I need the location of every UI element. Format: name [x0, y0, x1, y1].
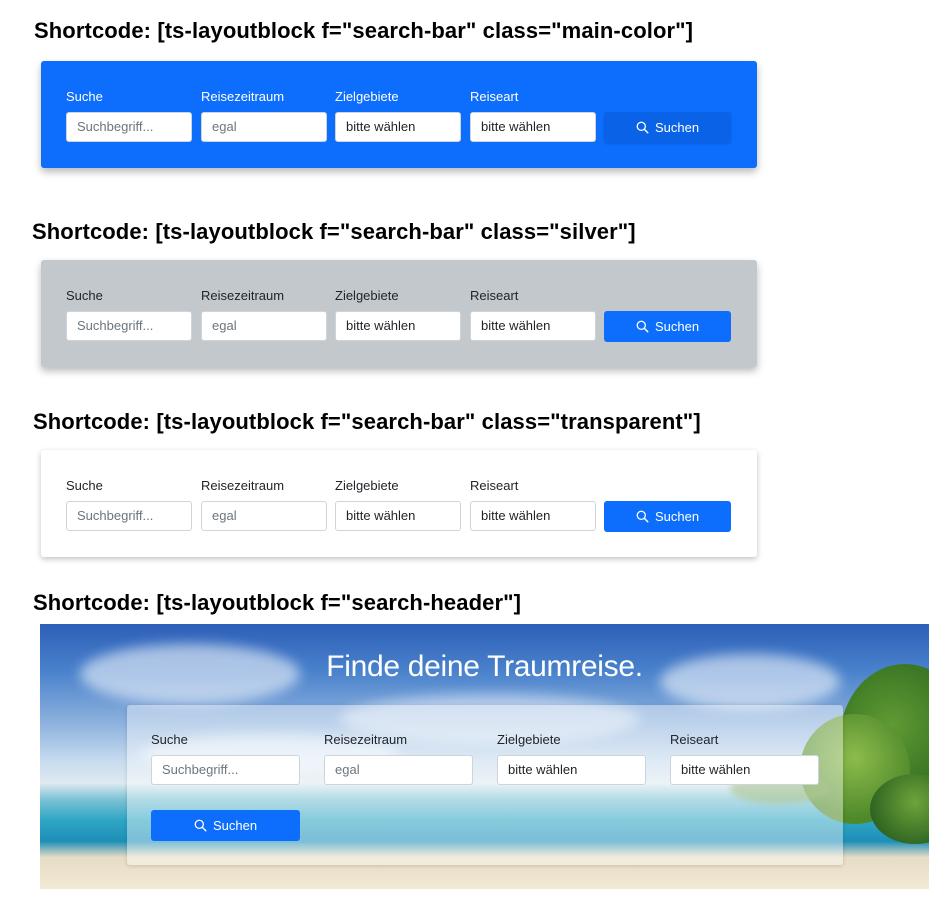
search-button-label: Suchen [212, 818, 258, 833]
label-destinations: Zielgebiete [497, 732, 561, 747]
label-period: Reisezeitraum [201, 288, 285, 303]
search-button[interactable]: Suchen [151, 810, 300, 841]
heading-search-header: Shortcode: [ts-layoutblock f="search-hea… [33, 590, 522, 615]
heading-main-color: Shortcode: [ts-layoutblock f="search-bar… [34, 18, 694, 43]
search-button-label: Suchen [654, 509, 700, 524]
travel-type-select[interactable]: bitte wählen [670, 755, 819, 785]
label-search: Suche [66, 89, 103, 104]
label-search: Suche [66, 478, 103, 493]
hero-title: Finde deine Traumreise. [326, 650, 643, 683]
label-travel-type: Reiseart [470, 288, 519, 303]
destinations-select[interactable]: bitte wählen [497, 755, 646, 785]
label-travel-type: Reiseart [670, 732, 719, 747]
search-icon [636, 121, 649, 134]
search-input[interactable]: Suchbegriff... [66, 311, 192, 341]
search-icon [194, 819, 207, 832]
label-period: Reisezeitraum [324, 732, 408, 747]
travel-type-select[interactable]: bitte wählen [470, 112, 596, 142]
label-search: Suche [66, 288, 103, 303]
search-bar-main-color: Suche Reisezeitraum Zielgebiete Reiseart… [41, 61, 757, 168]
search-bar-transparent: Suche Reisezeitraum Zielgebiete Reiseart… [41, 450, 757, 557]
label-destinations: Zielgebiete [335, 478, 399, 493]
period-select[interactable]: egal [201, 112, 327, 142]
heading-silver: Shortcode: [ts-layoutblock f="search-bar… [32, 219, 636, 244]
label-period: Reisezeitraum [201, 89, 285, 104]
travel-type-select[interactable]: bitte wählen [470, 501, 596, 531]
period-select[interactable]: egal [201, 311, 327, 341]
search-input[interactable]: Suchbegriff... [66, 501, 192, 531]
search-button[interactable]: Suchen [604, 501, 731, 532]
search-button-label: Suchen [654, 319, 700, 334]
search-button-label: Suchen [654, 120, 700, 135]
search-header-hero: Finde deine Traumreise. Suche Reisezeitr… [40, 624, 929, 889]
period-select[interactable]: egal [324, 755, 473, 785]
search-input[interactable]: Suchbegriff... [66, 112, 192, 142]
search-icon [636, 510, 649, 523]
travel-type-select[interactable]: bitte wählen [470, 311, 596, 341]
destinations-select[interactable]: bitte wählen [335, 311, 461, 341]
search-input[interactable]: Suchbegriff... [151, 755, 300, 785]
label-travel-type: Reiseart [470, 478, 519, 493]
search-icon [636, 320, 649, 333]
label-search: Suche [151, 732, 188, 747]
label-period: Reisezeitraum [201, 478, 285, 493]
search-header-panel: Suche Reisezeitraum Zielgebiete Reiseart… [127, 705, 843, 865]
period-select[interactable]: egal [201, 501, 327, 531]
heading-transparent: Shortcode: [ts-layoutblock f="search-bar… [33, 409, 701, 434]
destinations-select[interactable]: bitte wählen [335, 501, 461, 531]
search-button[interactable]: Suchen [604, 311, 731, 342]
label-travel-type: Reiseart [470, 89, 519, 104]
destinations-select[interactable]: bitte wählen [335, 112, 461, 142]
label-destinations: Zielgebiete [335, 89, 399, 104]
search-button[interactable]: Suchen [604, 112, 731, 143]
label-destinations: Zielgebiete [335, 288, 399, 303]
search-bar-silver: Suche Reisezeitraum Zielgebiete Reiseart… [41, 260, 757, 367]
